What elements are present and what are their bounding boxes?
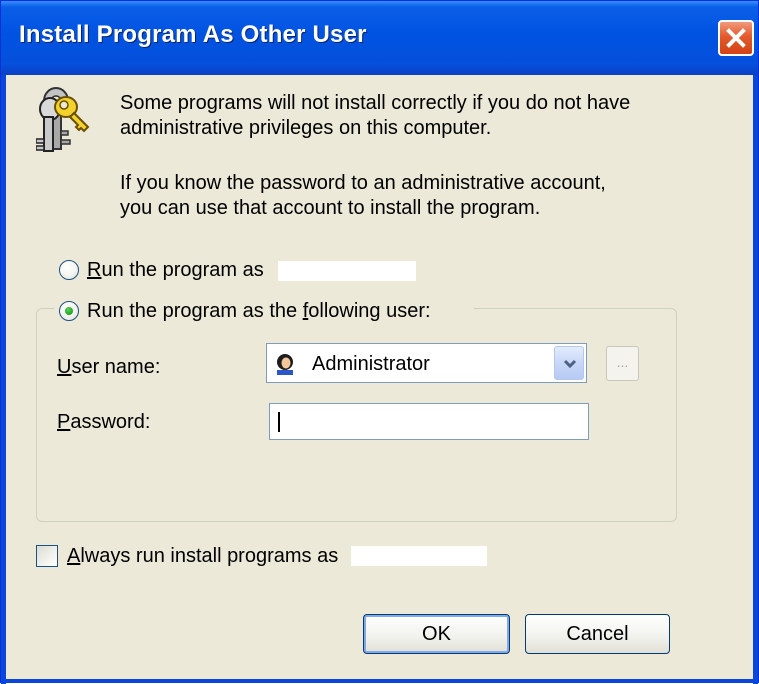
username-combobox[interactable]: Administrator — [266, 343, 587, 383]
password-label: Password: — [57, 410, 150, 434]
keys-icon — [36, 87, 90, 152]
username-value: Administrator — [312, 353, 430, 375]
user-icon — [277, 354, 293, 375]
always-run-checkbox[interactable] — [36, 545, 58, 567]
run-as-following-radio[interactable] — [59, 301, 79, 321]
password-label-text: assword: — [70, 411, 151, 433]
frame-bottom — [1, 679, 758, 683]
ok-button[interactable]: OK — [363, 614, 510, 654]
always-run-accel: A — [67, 545, 81, 567]
run-as-current-radio[interactable] — [59, 260, 79, 280]
dialog-window: Install Program As Other User Some progr… — [0, 0, 759, 684]
message-line-1: Some programs will not install correctly… — [120, 92, 631, 114]
message-line-4: you can use that account to install the … — [120, 197, 541, 219]
username-label: User name: — [57, 355, 160, 379]
always-run-text: lways run install programs as — [80, 545, 339, 567]
run-as-following-label[interactable]: Run the program as the following user: — [87, 299, 431, 323]
close-button[interactable] — [718, 20, 754, 56]
username-accel: U — [57, 356, 72, 378]
cancel-button[interactable]: Cancel — [525, 614, 670, 654]
username-label-text: ser name: — [71, 356, 161, 378]
always-run-label[interactable]: Always run install programs as — [67, 544, 338, 568]
message-line-2: administrative privileges on this comput… — [120, 117, 492, 139]
run-as-following-post: ollowing user: — [308, 300, 431, 322]
password-accel: P — [57, 411, 71, 433]
password-field[interactable] — [269, 403, 589, 440]
close-icon — [726, 28, 746, 48]
always-run-user-redacted — [351, 546, 487, 566]
browse-users-button[interactable]: ... — [606, 346, 639, 381]
run-as-current-text: un the program as — [101, 259, 264, 281]
frame-right — [753, 75, 758, 684]
run-as-current-accel: R — [87, 259, 102, 281]
text-caret — [278, 412, 280, 432]
run-as-following-pre: Run the program as the — [87, 300, 303, 322]
chevron-down-icon — [563, 359, 577, 369]
title-bar[interactable]: Install Program As Other User — [1, 1, 758, 75]
run-as-current-label[interactable]: Run the program as — [87, 258, 264, 282]
dialog-content: Some programs will not install correctly… — [6, 75, 753, 679]
username-dropdown-button[interactable] — [554, 346, 584, 380]
current-user-redacted — [278, 261, 416, 281]
message-line-3: If you know the password to an administr… — [120, 172, 606, 194]
window-title: Install Program As Other User — [19, 21, 367, 48]
